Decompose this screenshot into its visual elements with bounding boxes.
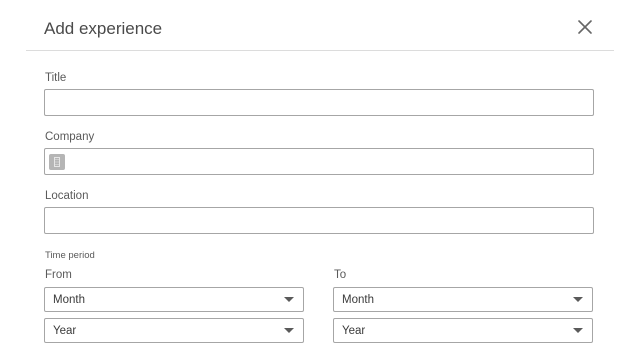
to-month-select[interactable]: Month xyxy=(333,287,593,312)
title-label: Title xyxy=(45,72,67,84)
to-month-value: Month xyxy=(342,294,374,306)
add-experience-modal: Add experience Title Company Location Ti… xyxy=(0,0,640,360)
chevron-down-icon xyxy=(284,297,294,302)
title-input[interactable] xyxy=(44,89,594,116)
close-button[interactable] xyxy=(574,16,596,38)
to-year-value: Year xyxy=(342,325,366,337)
close-icon xyxy=(578,20,592,34)
modal-header: Add experience xyxy=(26,0,614,51)
company-label: Company xyxy=(45,131,95,143)
chevron-down-icon xyxy=(284,328,294,333)
location-label: Location xyxy=(45,190,89,202)
chevron-down-icon xyxy=(573,297,583,302)
to-label: To xyxy=(334,269,347,281)
chevron-down-icon xyxy=(573,328,583,333)
from-month-select[interactable]: Month xyxy=(44,287,304,312)
from-year-select[interactable]: Year xyxy=(44,318,304,343)
location-input[interactable] xyxy=(44,207,594,234)
company-input[interactable] xyxy=(44,148,594,175)
modal-title: Add experience xyxy=(44,19,163,38)
from-label: From xyxy=(45,269,72,281)
building-icon xyxy=(49,154,65,170)
time-period-label: Time period xyxy=(45,250,95,261)
from-month-value: Month xyxy=(53,294,85,306)
from-year-value: Year xyxy=(53,325,77,337)
to-year-select[interactable]: Year xyxy=(333,318,593,343)
